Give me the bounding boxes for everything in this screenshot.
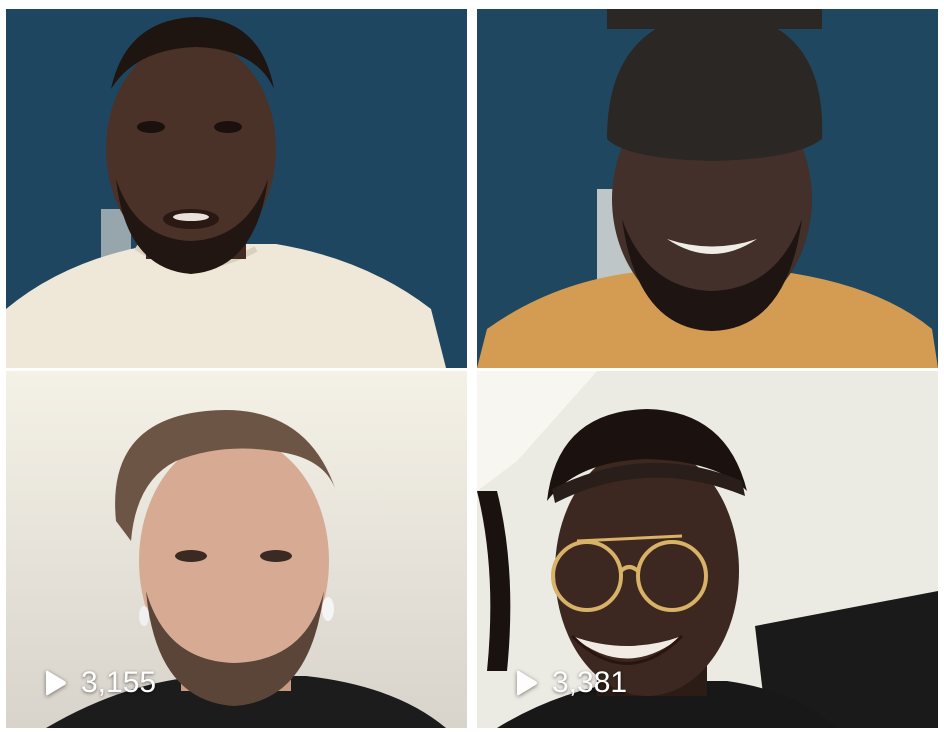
video-tile-3[interactable]: 3,155 [6,371,467,728]
video-tile-1[interactable] [6,9,467,368]
play-icon[interactable] [510,668,540,698]
video-frame-2 [477,9,938,368]
view-count: 3,381 [552,666,628,699]
video-frame-1 [6,9,467,368]
video-tile-2[interactable] [477,9,938,368]
play-icon[interactable] [39,668,69,698]
view-count-overlay: 3,155 [39,666,156,700]
video-tile-4[interactable]: 3,381 [477,371,938,728]
view-count: 3,155 [81,666,157,699]
view-count-overlay: 3,381 [510,666,627,700]
